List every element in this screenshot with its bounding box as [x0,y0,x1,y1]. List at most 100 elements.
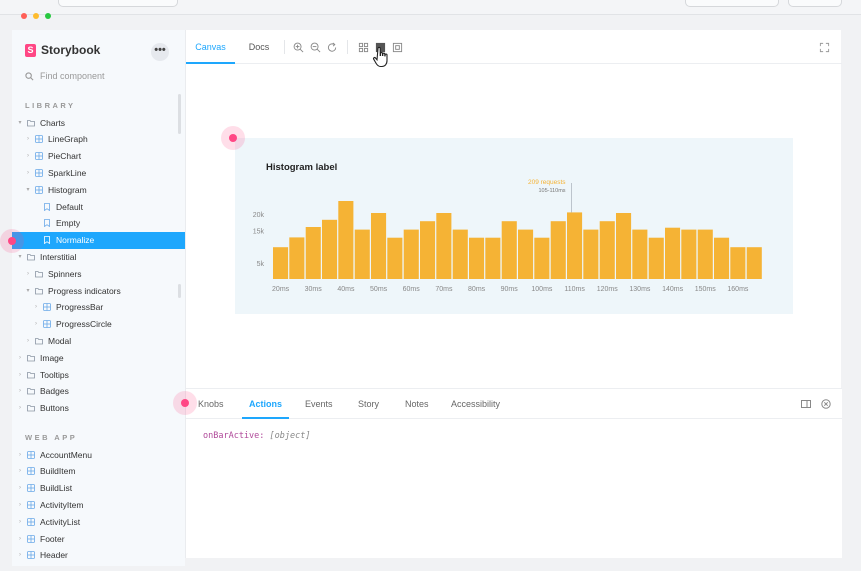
histogram-bar[interactable] [485,237,501,279]
maximize-window-dot[interactable] [45,13,51,19]
histogram-bar[interactable] [354,229,370,279]
histogram-bar[interactable] [697,229,713,279]
chevron-right-icon[interactable]: › [16,452,24,458]
sidebar-item-empty[interactable]: Empty [32,215,80,232]
sidebar-item-interstitial[interactable]: ▾ Interstitial [16,248,76,265]
sidebar-item-accountmenu[interactable]: › AccountMenu [16,446,92,463]
sidebar-scrollbar[interactable] [178,94,181,134]
chevron-right-icon[interactable]: › [16,536,24,542]
chevron-right-icon[interactable]: › [24,136,32,142]
chevron-right-icon[interactable]: › [16,468,24,474]
chevron-right-icon[interactable]: › [16,405,24,411]
histogram-bar[interactable] [469,237,485,279]
chevron-down-icon[interactable]: ▾ [24,287,32,294]
chevron-right-icon[interactable]: › [16,355,24,361]
chevron-right-icon[interactable]: › [16,552,24,558]
sidebar-item-spinners[interactable]: › Spinners [24,265,82,282]
zoom-out-icon[interactable] [310,42,321,53]
sidebar-item-normalize[interactable]: Normalize [12,231,185,249]
tab-events[interactable]: Events [305,389,333,419]
histogram-bar[interactable] [436,213,452,279]
histogram-bar[interactable] [616,213,632,279]
browser-toolbar-buttons[interactable] [685,0,779,7]
chevron-right-icon[interactable]: › [16,485,24,491]
search-input[interactable]: Find component [25,71,105,81]
histogram-bar[interactable] [567,212,583,279]
more-menu-button[interactable]: ••• [151,43,169,61]
histogram-bar[interactable] [289,237,305,279]
histogram-bar[interactable] [583,229,599,279]
histogram-bar[interactable] [599,221,615,279]
sidebar-item-buildlist[interactable]: › BuildList [16,480,72,497]
sidebar-item-tooltips[interactable]: › Tooltips [16,366,69,383]
chevron-right-icon[interactable]: › [24,271,32,277]
action-value[interactable]: [object] [270,431,311,441]
sidebar-item-footer[interactable]: › Footer [16,530,65,547]
brand[interactable]: S Storybook [25,43,100,57]
histogram-bar[interactable] [730,247,746,279]
fullscreen-icon[interactable] [819,42,830,53]
browser-extension-buttons[interactable] [788,0,842,7]
chevron-right-icon[interactable]: › [32,321,40,327]
grid-icon[interactable] [358,42,369,53]
sidebar-item-modal[interactable]: › Modal [24,332,71,349]
sidebar-item-buttons[interactable]: › Buttons [16,400,69,417]
chevron-right-icon[interactable]: › [24,170,32,176]
sidebar-item-histogram[interactable]: ▾ Histogram [24,181,86,198]
browser-tab[interactable] [58,0,178,7]
histogram-bar[interactable] [665,227,681,279]
histogram-bar[interactable] [681,229,697,279]
chevron-right-icon[interactable]: › [24,153,32,159]
histogram-bar[interactable] [550,221,566,279]
histogram-bar[interactable] [501,221,517,279]
tab-accessibility[interactable]: Accessibility [451,389,500,419]
sidebar-item-charts[interactable]: ▾ Charts [16,114,65,131]
chevron-right-icon[interactable]: › [16,388,24,394]
chevron-down-icon[interactable]: ▾ [24,186,32,193]
chevron-right-icon[interactable]: › [16,372,24,378]
histogram-bar[interactable] [632,229,648,279]
sidebar-scrollbar-lower[interactable] [178,284,181,298]
chevron-right-icon[interactable]: › [24,338,32,344]
histogram-bar[interactable] [518,229,534,279]
chevron-right-icon[interactable]: › [32,304,40,310]
histogram-bar[interactable] [420,221,436,279]
tab-notes[interactable]: Notes [405,389,429,419]
outline-icon[interactable] [392,42,403,53]
sidebar-item-progress-indicators[interactable]: ▾ Progress indicators [24,282,120,299]
zoom-reset-icon[interactable] [327,42,338,53]
tab-story[interactable]: Story [358,389,379,419]
histogram-bar[interactable] [371,213,387,279]
histogram-bar[interactable] [338,201,354,279]
sidebar-item-default[interactable]: Default [32,198,83,215]
chevron-right-icon[interactable]: › [16,502,24,508]
chevron-right-icon[interactable]: › [16,519,24,525]
sidebar-item-piechart[interactable]: › PieChart [24,148,81,165]
zoom-in-icon[interactable] [293,42,304,53]
sidebar-item-activityitem[interactable]: › ActivityItem [16,496,83,513]
histogram-bar[interactable] [305,227,321,279]
sidebar-item-image[interactable]: › Image [16,349,64,366]
tab-docs[interactable]: Docs [239,30,279,64]
close-panel-icon[interactable] [821,399,831,409]
histogram-bar[interactable] [648,237,664,279]
sidebar-item-badges[interactable]: › Badges [16,383,69,400]
histogram-bar[interactable] [322,219,338,279]
minimize-window-dot[interactable] [33,13,39,19]
histogram-bar[interactable] [534,237,550,279]
histogram-bar[interactable] [403,229,419,279]
histogram-bar[interactable] [387,237,403,279]
panel-toggle-icon[interactable] [801,399,811,409]
sidebar-item-linegraph[interactable]: › LineGraph [24,131,88,148]
sidebar-item-builditem[interactable]: › BuildItem [16,463,75,480]
sidebar-item-sparkline[interactable]: › SparkLine [24,164,86,181]
tab-knobs[interactable]: Knobs [198,389,224,419]
histogram-bar[interactable] [746,247,762,279]
chevron-down-icon[interactable]: ▾ [16,119,24,126]
sidebar-item-header[interactable]: › Header [16,547,68,564]
histogram-bar[interactable] [452,229,468,279]
chevron-down-icon[interactable]: ▾ [16,253,24,260]
close-window-dot[interactable] [21,13,27,19]
sidebar-item-progressbar[interactable]: › ProgressBar [32,299,103,316]
sidebar-item-progresscircle[interactable]: › ProgressCircle [32,316,112,333]
